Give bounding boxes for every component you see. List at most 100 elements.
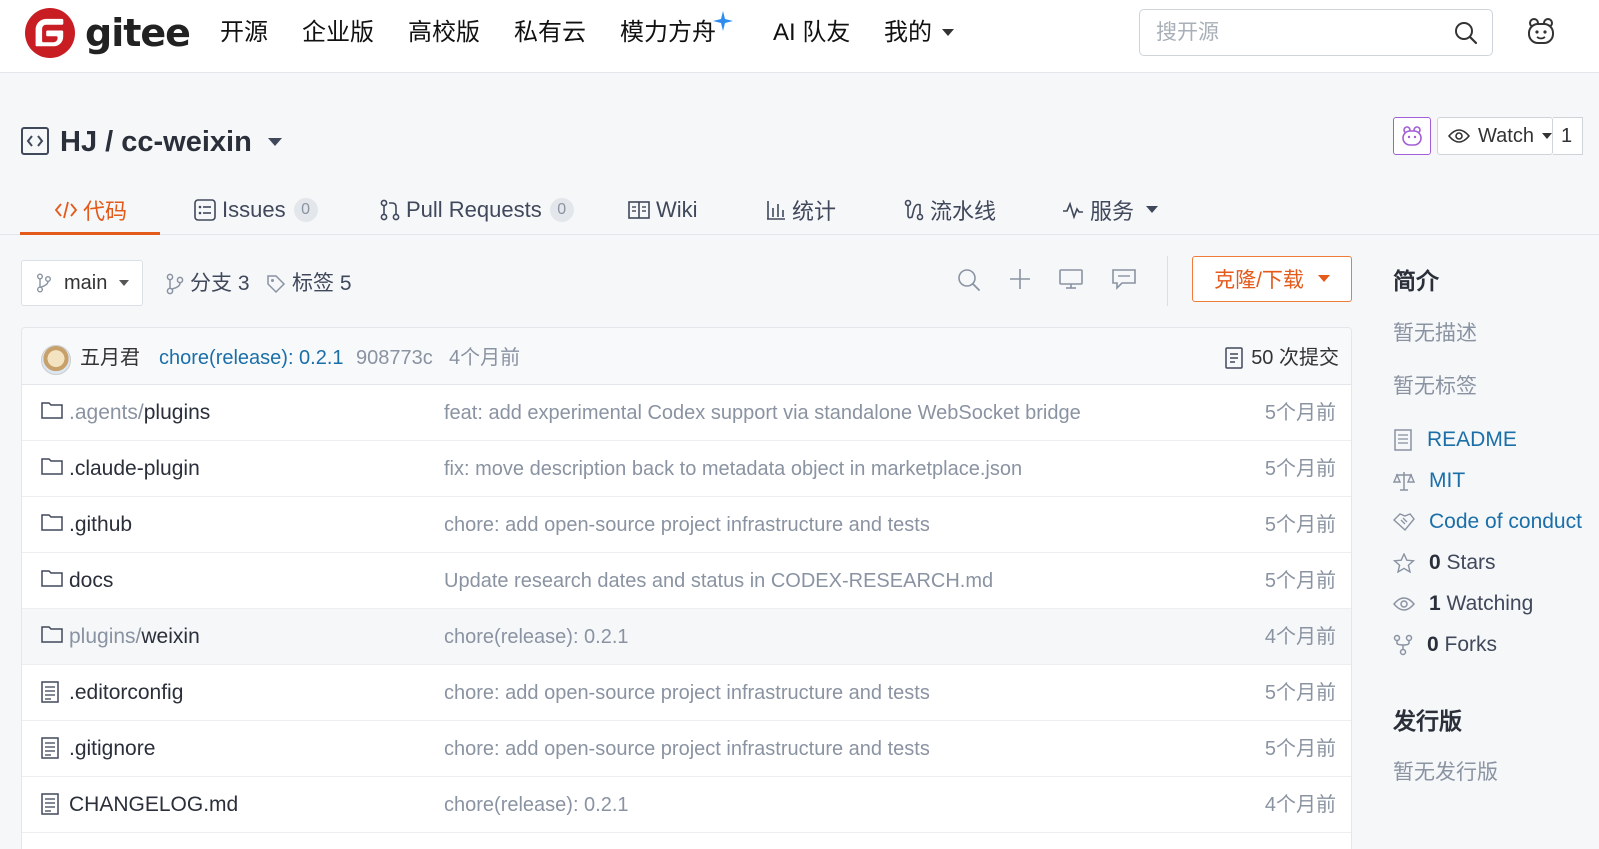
star-icon xyxy=(1393,553,1415,573)
add-file-icon[interactable] xyxy=(1009,268,1031,290)
readme-icon xyxy=(1394,429,1412,451)
file-row[interactable]: .claude-plugin fix: move description bac… xyxy=(22,441,1351,497)
commit-count-label: 50 次提交 xyxy=(1251,347,1339,369)
gitee-logo-icon xyxy=(25,8,75,58)
file-row[interactable]: plugins/weixin chore(release): 0.2.1 4个月… xyxy=(22,609,1351,665)
watching-link[interactable]: 1 Watching xyxy=(1393,590,1533,618)
file-name[interactable]: CHANGELOG.md xyxy=(69,791,238,819)
gitee-logo[interactable]: gitee xyxy=(25,8,191,58)
forks-link[interactable]: 0 Forks xyxy=(1393,631,1497,659)
nav-item-moli-fangzhou[interactable]: 模力方舟 xyxy=(620,16,716,50)
file-name[interactable]: .gitignore xyxy=(69,735,155,763)
nav-item-education[interactable]: 高校版 xyxy=(408,16,480,50)
watch-label: Watch xyxy=(1478,124,1534,147)
file-commit-message[interactable]: chore: add open-source project infrastru… xyxy=(444,679,930,707)
repo-title[interactable]: HJ / cc-weixin xyxy=(60,124,252,160)
tab-code[interactable]: 代码 xyxy=(55,185,127,235)
tab-services[interactable]: 服务 xyxy=(1062,185,1159,235)
file-path-prefix: .agents/ xyxy=(69,401,144,424)
tab-stats[interactable]: 统计 xyxy=(766,185,836,235)
file-commit-message[interactable]: Update research dates and status in CODE… xyxy=(444,567,993,595)
code-of-conduct-link[interactable]: Code of conduct xyxy=(1393,508,1582,536)
caret-down-icon xyxy=(942,29,954,36)
file-commit-message[interactable]: chore: add open-source project infrastru… xyxy=(444,511,930,539)
file-commit-message[interactable]: chore: add open-source project infrastru… xyxy=(444,735,930,763)
file-name[interactable]: .github xyxy=(69,511,132,539)
file-commit-message[interactable]: fix: move description back to metadata o… xyxy=(444,455,1022,483)
issues-icon xyxy=(194,199,216,221)
file-name[interactable]: docs xyxy=(69,567,113,595)
readme-label: README xyxy=(1427,428,1517,451)
search-code-icon[interactable] xyxy=(957,268,981,292)
file-row[interactable]: docs Update research dates and status in… xyxy=(22,553,1351,609)
nav-item-enterprise[interactable]: 企业版 xyxy=(302,16,374,50)
file-commit-message[interactable]: chore(release): 0.2.1 xyxy=(444,623,629,651)
license-link[interactable]: MIT xyxy=(1393,467,1465,495)
file-commit-message[interactable]: feat: add experimental Codex support via… xyxy=(444,399,1081,427)
clone-download-button[interactable]: 克隆/下载 xyxy=(1192,256,1352,302)
tab-wiki[interactable]: Wiki xyxy=(628,185,698,235)
latest-commit-bar: 五月君 chore(release): 0.2.1 908773c 4个月前 5… xyxy=(22,328,1351,385)
readme-link[interactable]: README xyxy=(1393,426,1517,454)
file-row[interactable]: CHANGELOG.md chore(release): 0.2.1 4个月前 xyxy=(22,777,1351,833)
author-avatar[interactable] xyxy=(41,345,71,375)
commit-message[interactable]: chore(release): 0.2.1 xyxy=(159,344,344,372)
book-icon xyxy=(628,201,650,219)
user-avatar-icon[interactable] xyxy=(1526,16,1556,46)
branch-icon xyxy=(166,273,184,295)
file-icon xyxy=(41,737,59,759)
file-row[interactable]: .agents/plugins feat: add experimental C… xyxy=(22,385,1351,441)
top-navbar: gitee 开源 企业版 高校版 私有云 模力方舟 AI 队友 我的 xyxy=(0,0,1599,73)
file-path-prefix: plugins/ xyxy=(69,625,142,648)
nav-item-ai-teammate[interactable]: AI 队友 xyxy=(773,16,850,50)
search-input[interactable] xyxy=(1156,19,1436,47)
branch-select[interactable]: main xyxy=(21,260,143,306)
file-commit-message[interactable]: chore(release): 0.2.1 xyxy=(444,791,629,819)
file-commit-time: 4个月前 xyxy=(1264,626,1336,648)
file-row[interactable]: .gitignore chore: add open-source projec… xyxy=(22,721,1351,777)
brand-name: gitee xyxy=(85,11,191,55)
folder-icon xyxy=(41,570,63,587)
search-icon[interactable] xyxy=(1454,21,1478,45)
gitee-ai-button[interactable] xyxy=(1393,117,1431,155)
sparkle-icon xyxy=(713,11,733,31)
folder-icon xyxy=(41,402,63,419)
commit-time: 4个月前 xyxy=(449,347,521,369)
file-name[interactable]: .editorconfig xyxy=(69,679,183,707)
file-row[interactable]: .github chore: add open-source project i… xyxy=(22,497,1351,553)
commit-sha[interactable]: 908773c xyxy=(356,344,433,372)
nav-item-private-cloud[interactable]: 私有云 xyxy=(514,16,586,50)
stats-icon xyxy=(767,201,785,220)
tab-code-label: 代码 xyxy=(83,199,128,224)
comment-icon[interactable] xyxy=(1112,268,1136,290)
branches-link[interactable]: 分支 3 xyxy=(166,270,250,298)
file-name[interactable]: plugins/weixin xyxy=(69,623,200,651)
file-name-text: CHANGELOG.md xyxy=(69,793,239,816)
web-ide-icon[interactable] xyxy=(1059,268,1083,290)
watch-count[interactable]: 1 xyxy=(1553,117,1583,155)
nav-item-mine[interactable]: 我的 xyxy=(884,16,954,50)
no-releases-text: 暂无发行版 xyxy=(1393,761,1498,784)
forks-label: Forks xyxy=(1444,633,1498,656)
tags-link[interactable]: 标签 5 xyxy=(266,270,352,298)
commit-author[interactable]: 五月君 xyxy=(80,344,140,372)
repo-menu-caret-icon[interactable] xyxy=(268,138,282,147)
nav-item-open-source[interactable]: 开源 xyxy=(220,16,268,50)
no-tags-text: 暂无标签 xyxy=(1393,375,1477,398)
watch-button[interactable]: Watch xyxy=(1437,117,1553,155)
file-list: 五月君 chore(release): 0.2.1 908773c 4个月前 5… xyxy=(21,327,1352,849)
branches-label: 分支 3 xyxy=(190,272,250,295)
folder-icon xyxy=(41,514,63,531)
file-name[interactable]: .claude-plugin xyxy=(69,455,200,483)
file-commit-time: 5个月前 xyxy=(1264,458,1336,480)
file-name[interactable]: .agents/plugins xyxy=(69,399,210,427)
code-of-conduct-label: Code of conduct xyxy=(1429,510,1582,533)
commit-count-link[interactable]: 50 次提交 xyxy=(1225,344,1339,372)
tab-issues[interactable]: Issues 0 xyxy=(194,185,318,235)
stars-link[interactable]: 0 Stars xyxy=(1393,549,1496,577)
caret-down-icon xyxy=(1146,206,1159,213)
code-icon xyxy=(55,201,77,219)
tab-pull-requests[interactable]: Pull Requests 0 xyxy=(380,185,574,235)
file-row[interactable]: .editorconfig chore: add open-source pro… xyxy=(22,665,1351,721)
tab-pipeline[interactable]: 流水线 xyxy=(904,185,996,235)
